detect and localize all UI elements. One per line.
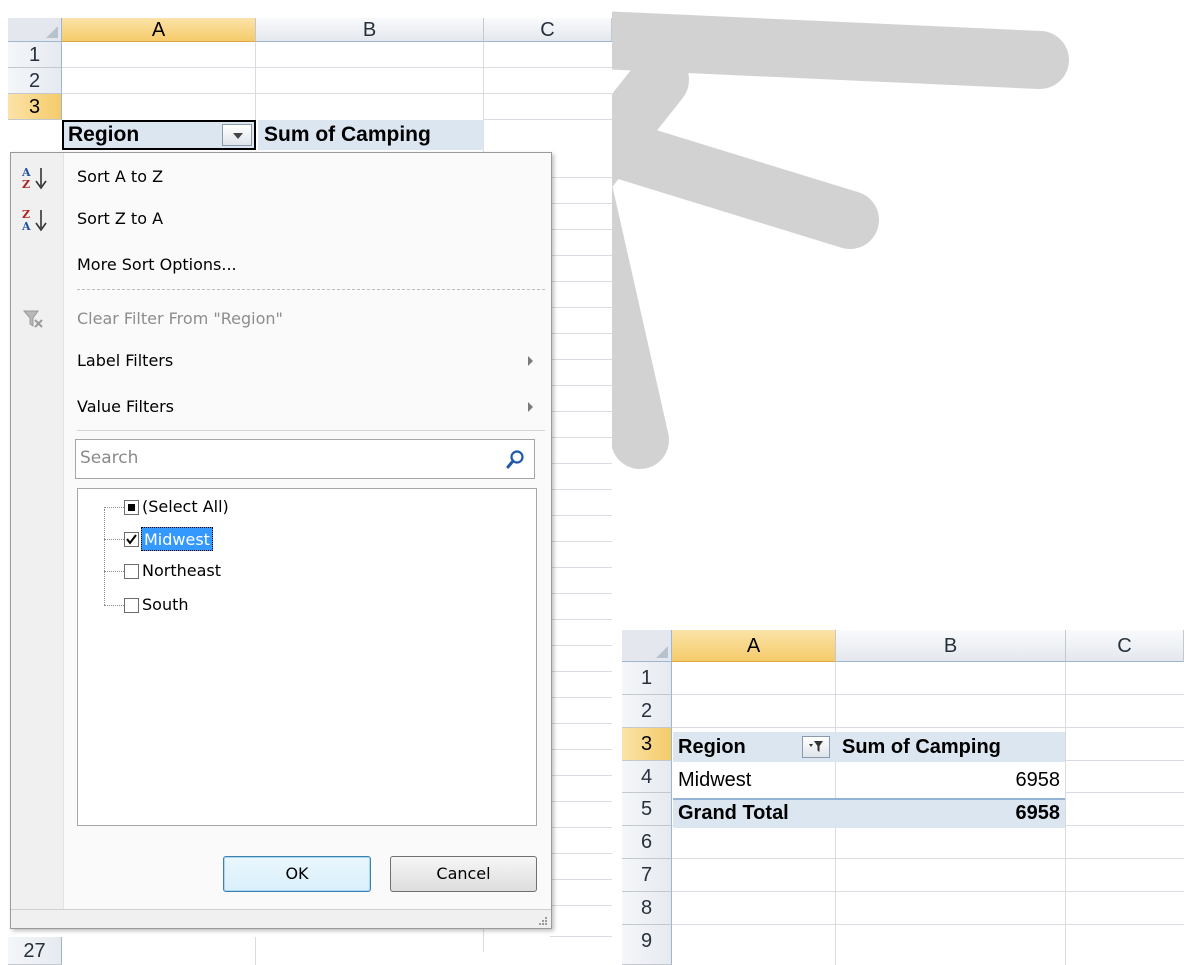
midwest-label: Midwest (141, 527, 213, 551)
filter-applied-icon (809, 741, 823, 752)
cell-a4-text[interactable]: Midwest (678, 767, 751, 793)
south-label: South (142, 595, 189, 614)
resize-grip-icon (539, 917, 547, 925)
cell-b3-text: Sum of Camping (264, 123, 431, 146)
label-filters-item[interactable]: Label Filters (13, 343, 547, 379)
sort-a-to-z-item[interactable]: A Z Sort A to Z (13, 159, 547, 195)
select-all-label: (Select All) (142, 497, 229, 516)
column-header-a[interactable]: A (62, 18, 256, 42)
value-filters-label: Value Filters (77, 397, 174, 416)
row-header-4[interactable]: 4 (622, 761, 672, 793)
sort-z-to-a-item[interactable]: Z A Sort Z to A (13, 201, 547, 237)
row-header-2[interactable]: 2 (8, 68, 62, 94)
cell-b4-value[interactable]: 6958 (1016, 767, 1061, 793)
column-header-b[interactable]: B (256, 18, 484, 42)
autofilter-menu: A Z Sort A to Z Z A Sort Z to A More Sor… (10, 152, 552, 929)
value-filters-item[interactable]: Value Filters (13, 389, 547, 425)
right-spreadsheet: A B C 1 2 3 4 5 6 7 8 9 Region Sum of Ca… (622, 630, 1184, 965)
row-header-3[interactable]: 3 (8, 94, 62, 120)
column-header-a[interactable]: A (672, 630, 836, 662)
northeast-label: Northeast (142, 561, 222, 580)
resize-grip[interactable] (11, 909, 551, 928)
search-placeholder: Search (80, 448, 139, 468)
column-header-c[interactable]: C (484, 18, 612, 42)
menu-separator (77, 430, 545, 431)
ok-button[interactable]: OK (223, 856, 371, 892)
cell-b5-value[interactable]: 6958 (1016, 800, 1061, 826)
column-header-c[interactable]: C (1066, 630, 1184, 662)
row-header-2[interactable]: 2 (622, 695, 672, 728)
filter-values-list[interactable]: (Select All) Midwest Northeast South (77, 488, 537, 826)
list-item-south[interactable]: South (78, 593, 478, 617)
list-item-northeast[interactable]: Northeast (78, 559, 478, 583)
sort-ascending-icon: A Z (21, 166, 47, 191)
sort-descending-icon: Z A (21, 208, 47, 233)
menu-separator (77, 289, 545, 290)
clear-filter-icon (23, 310, 43, 328)
checkmark-icon (126, 534, 137, 545)
submenu-arrow-icon (528, 356, 533, 366)
row-header-6[interactable]: 6 (622, 826, 672, 859)
midwest-checkbox[interactable] (124, 532, 139, 547)
submenu-arrow-icon (528, 402, 533, 412)
search-icon (506, 450, 524, 469)
row-header-5[interactable]: 5 (622, 793, 672, 826)
clear-filter-label: Clear Filter From "Region" (77, 309, 283, 328)
more-sort-options-label: More Sort Options... (77, 255, 237, 274)
row-header-9[interactable]: 9 (622, 925, 672, 965)
clear-filter-item: Clear Filter From "Region" (13, 303, 547, 337)
cancel-button[interactable]: Cancel (390, 856, 537, 892)
sort-z-to-a-label: Sort Z to A (77, 209, 164, 228)
label-filters-label: Label Filters (77, 351, 174, 370)
northeast-checkbox[interactable] (124, 564, 139, 579)
row-header-1[interactable]: 1 (8, 42, 62, 68)
more-sort-options-item[interactable]: More Sort Options... (13, 247, 547, 283)
row-header-3[interactable]: 3 (622, 728, 672, 761)
active-filter-button[interactable] (802, 736, 830, 758)
select-all-corner[interactable] (622, 630, 672, 662)
cell-a3-text[interactable]: Region (678, 734, 746, 760)
search-input[interactable]: Search (75, 439, 535, 479)
south-checkbox[interactable] (124, 598, 139, 613)
svg-text:A: A (21, 220, 31, 233)
svg-text:Z: Z (22, 178, 30, 191)
list-item-midwest[interactable]: Midwest (78, 527, 478, 551)
select-all-corner[interactable] (8, 18, 62, 42)
select-all-checkbox[interactable] (124, 500, 139, 515)
cell-b3-text[interactable]: Sum of Camping (842, 734, 1001, 760)
list-item-select-all[interactable]: (Select All) (78, 495, 478, 519)
filter-dropdown-button[interactable] (222, 124, 252, 146)
row-header-8[interactable]: 8 (622, 892, 672, 925)
cell-a5-text[interactable]: Grand Total (678, 800, 789, 826)
row-header-27[interactable]: 27 (8, 937, 62, 965)
column-header-b[interactable]: B (836, 630, 1066, 662)
sort-a-to-z-label: Sort A to Z (77, 167, 164, 186)
row-header-1[interactable]: 1 (622, 662, 672, 695)
row-header-7[interactable]: 7 (622, 859, 672, 892)
cell-a3-text: Region (68, 123, 140, 146)
